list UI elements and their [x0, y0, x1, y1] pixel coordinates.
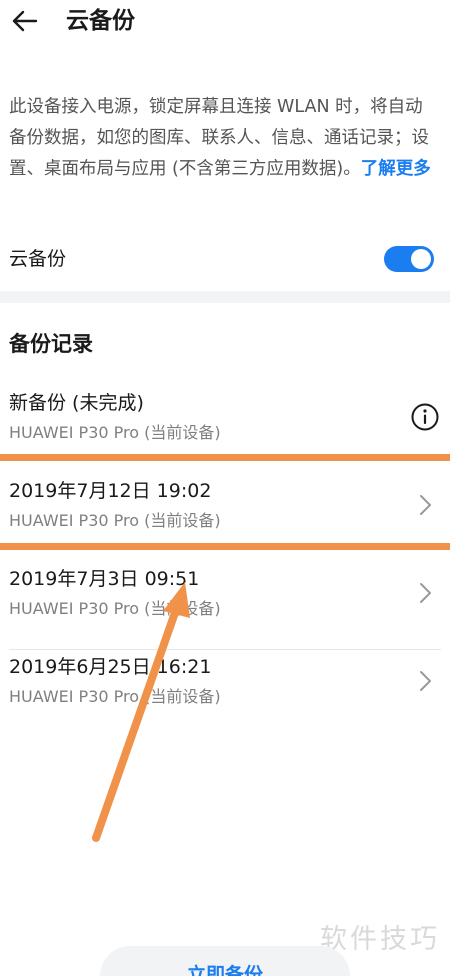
page-title: 云备份 — [66, 8, 135, 34]
record-title: 2019年7月3日 09:51 — [9, 568, 200, 590]
chevron-right-icon — [410, 578, 440, 608]
toggle-label: 云备份 — [9, 248, 67, 270]
backup-record[interactable]: 2019年7月3日 09:51 HUAWEI P30 Pro (当前设备) — [0, 562, 450, 650]
info-icon[interactable] — [410, 402, 440, 432]
record-device: HUAWEI P30 Pro (当前设备) — [9, 687, 221, 706]
learn-more-link[interactable]: 了解更多 — [361, 159, 431, 179]
highlight-line-bottom — [0, 543, 450, 550]
backup-description: 此设备接入电源，锁定屏幕且连接 WLAN 时，将自动备份数据，如您的图库、联系人… — [9, 92, 439, 185]
cloud-backup-screen: 云备份 此设备接入电源，锁定屏幕且连接 WLAN 时，将自动备份数据，如您的图库… — [0, 0, 450, 976]
record-device: HUAWEI P30 Pro (当前设备) — [9, 599, 221, 618]
backup-now-button[interactable]: 立即备份 — [100, 946, 350, 976]
record-title: 新备份 (未完成) — [9, 392, 144, 414]
record-title: 2019年7月12日 19:02 — [9, 480, 212, 502]
switch-knob — [411, 249, 431, 269]
section-separator — [0, 291, 450, 303]
highlight-line-top — [0, 454, 450, 461]
header: 云备份 — [0, 0, 450, 46]
record-title: 2019年6月25日 16:21 — [9, 656, 212, 678]
chevron-right-icon — [410, 666, 440, 696]
cloud-backup-switch[interactable] — [384, 246, 434, 272]
record-device: HUAWEI P30 Pro (当前设备) — [9, 511, 221, 530]
backup-records-title: 备份记录 — [9, 332, 93, 356]
cloud-backup-toggle-row[interactable]: 云备份 — [0, 236, 450, 284]
backup-record[interactable]: 2019年6月25日 16:21 HUAWEI P30 Pro (当前设备) — [0, 650, 450, 738]
back-arrow-icon — [12, 10, 38, 32]
record-device: HUAWEI P30 Pro (当前设备) — [9, 423, 221, 442]
back-button[interactable] — [10, 6, 40, 36]
chevron-right-icon — [410, 490, 440, 520]
backup-now-label: 立即备份 — [186, 964, 263, 976]
